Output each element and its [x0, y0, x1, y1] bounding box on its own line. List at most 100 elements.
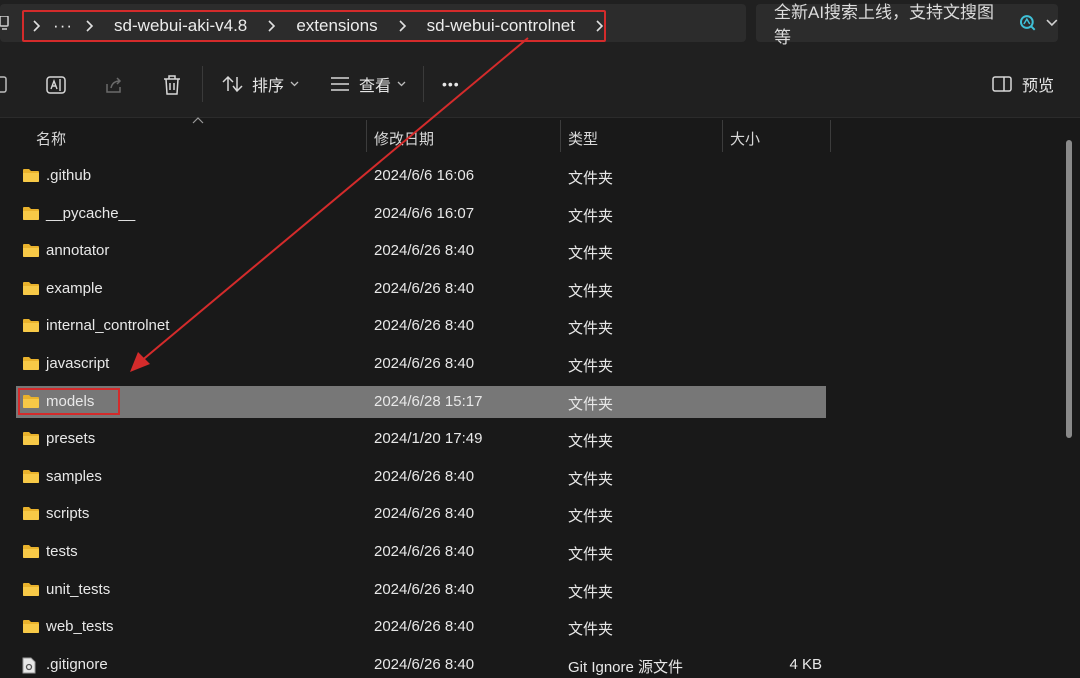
file-name: scripts [46, 505, 90, 523]
column-header-size[interactable]: 大小 [730, 128, 760, 149]
file-name: unit_tests [46, 580, 111, 598]
folder-icon [22, 619, 40, 638]
rename-icon[interactable] [45, 74, 67, 96]
column-header-modified[interactable]: 修改日期 [374, 128, 434, 149]
file-name: javascript [46, 355, 110, 372]
column-header-type[interactable]: 类型 [568, 128, 598, 149]
file-row[interactable]: web_tests 2024/6/26 8:40 文件夹 [16, 611, 826, 643]
toolbar-divider [423, 66, 424, 102]
file-row[interactable]: scripts 2024/6/26 8:40 文件夹 [16, 498, 826, 530]
folder-icon [22, 281, 40, 300]
this-pc-icon [0, 16, 9, 30]
file-row[interactable]: unit_tests 2024/6/26 8:40 文件夹 [16, 574, 826, 606]
breadcrumb-segment-extensions[interactable]: extensions [276, 16, 397, 36]
chevron-down-icon [397, 81, 406, 87]
file-row[interactable]: samples 2024/6/26 8:40 文件夹 [16, 461, 826, 493]
chevron-right-icon[interactable] [32, 20, 41, 32]
file-name: internal_controlnet [46, 317, 170, 335]
file-type: 文件夹 [568, 395, 614, 413]
toolbar-divider [202, 66, 203, 102]
chevron-down-icon[interactable] [1046, 19, 1058, 27]
file-modified: 2024/6/26 8:40 [374, 467, 475, 485]
annotation-highlight-box [18, 387, 120, 415]
folder-icon [22, 506, 40, 525]
search-box[interactable]: 全新AI搜索上线，支持文搜图等 [756, 3, 1058, 47]
folder-icon [22, 356, 40, 375]
file-modified: 2024/6/26 8:40 [374, 317, 475, 335]
file-row[interactable]: tests 2024/6/26 8:40 文件夹 [16, 536, 826, 568]
file-type: 文件夹 [568, 621, 614, 639]
file-row[interactable]: internal_controlnet 2024/6/26 8:40 文件夹 [16, 310, 826, 342]
folder-icon [22, 168, 40, 187]
sort-button[interactable]: 排序 [222, 70, 299, 98]
breadcrumb-overflow[interactable]: ··· [41, 16, 85, 36]
column-divider[interactable] [560, 120, 561, 152]
share-icon[interactable] [104, 75, 124, 95]
vertical-scrollbar[interactable] [1066, 140, 1072, 438]
file-modified: 2024/6/26 8:40 [374, 580, 475, 598]
file-row[interactable]: presets 2024/1/20 17:49 文件夹 [16, 423, 826, 455]
preview-pane-button[interactable]: 预览 [992, 70, 1054, 98]
delete-icon[interactable] [162, 74, 182, 96]
sort-icon [222, 75, 243, 93]
file-name: tests [46, 543, 78, 560]
file-type: 文件夹 [568, 207, 614, 225]
folder-icon [22, 318, 40, 337]
file-name: presets [46, 430, 96, 448]
copy-icon[interactable] [0, 76, 8, 94]
view-icon [331, 77, 349, 91]
view-button[interactable]: 查看 [330, 70, 406, 98]
breadcrumb: ··· sd-webui-aki-v4.8 extensions sd-webu… [22, 10, 606, 42]
file-type: 文件夹 [568, 508, 614, 526]
column-divider[interactable] [722, 120, 723, 152]
folder-icon [22, 469, 40, 488]
folder-icon [22, 544, 40, 563]
file-row[interactable]: javascript 2024/6/26 8:40 文件夹 [16, 348, 826, 380]
column-divider[interactable] [366, 120, 367, 152]
file-modified: 2024/6/26 8:40 [374, 543, 475, 560]
column-divider[interactable] [830, 120, 831, 152]
file-modified: 2024/6/26 8:40 [374, 505, 475, 523]
address-bar[interactable]: ··· sd-webui-aki-v4.8 extensions sd-webu… [0, 4, 746, 42]
column-header-row: 名称 修改日期 类型 大小 [0, 117, 832, 156]
preview-label: 预览 [1022, 78, 1055, 95]
file-modified: 2024/6/6 16:07 [374, 204, 475, 222]
folder-icon [22, 243, 40, 262]
file-modified: 2024/6/26 8:40 [374, 242, 475, 260]
file-name: __pycache__ [46, 204, 136, 222]
file-type: 文件夹 [568, 470, 614, 488]
sort-label: 排序 [252, 78, 285, 95]
file-name: .github [46, 167, 92, 184]
file-modified: 2024/6/6 16:06 [374, 167, 475, 184]
chevron-right-icon[interactable] [398, 20, 407, 32]
ai-search-icon[interactable] [1019, 14, 1037, 32]
breadcrumb-segment-controlnet[interactable]: sd-webui-controlnet [407, 16, 595, 36]
breadcrumb-segment-sd-webui-aki[interactable]: sd-webui-aki-v4.8 [94, 16, 267, 36]
file-row[interactable]: .github 2024/6/6 16:06 文件夹 [16, 160, 826, 192]
file-row[interactable]: annotator 2024/6/26 8:40 文件夹 [16, 235, 826, 267]
file-type: 文件夹 [568, 433, 614, 451]
file-modified: 2024/6/26 8:40 [374, 279, 475, 297]
file-name: web_tests [46, 618, 114, 636]
address-bar-row: ··· sd-webui-aki-v4.8 extensions sd-webu… [0, 0, 1080, 50]
folder-icon [22, 431, 40, 450]
search-text: 全新AI搜索上线，支持文搜图等 [774, 3, 995, 47]
file-size: 4 KB [789, 655, 822, 673]
more-options-button[interactable]: ••• [442, 70, 460, 98]
column-header-name[interactable]: 名称 [36, 128, 66, 149]
file-type: 文件夹 [568, 320, 614, 338]
file-name: example [46, 279, 103, 297]
file-name: .gitignore [46, 655, 108, 673]
file-row[interactable]: __pycache__ 2024/6/6 16:07 文件夹 [16, 198, 826, 230]
file-row[interactable]: example 2024/6/26 8:40 文件夹 [16, 273, 826, 305]
chevron-right-icon[interactable] [595, 20, 604, 32]
file-modified: 2024/6/28 15:17 [374, 392, 483, 410]
file-row[interactable]: .gitignore 2024/6/26 8:40 Git Ignore 源文件 4 … [16, 649, 826, 678]
chevron-right-icon[interactable] [267, 20, 276, 32]
folder-icon [22, 582, 40, 601]
chevron-down-icon [290, 81, 299, 87]
preview-pane-icon [992, 76, 1012, 92]
chevron-right-icon[interactable] [85, 20, 94, 32]
file-row[interactable]: models 2024/6/28 15:17 文件夹 [16, 385, 826, 418]
file-type: Git Ignore 源文件 [568, 658, 684, 676]
